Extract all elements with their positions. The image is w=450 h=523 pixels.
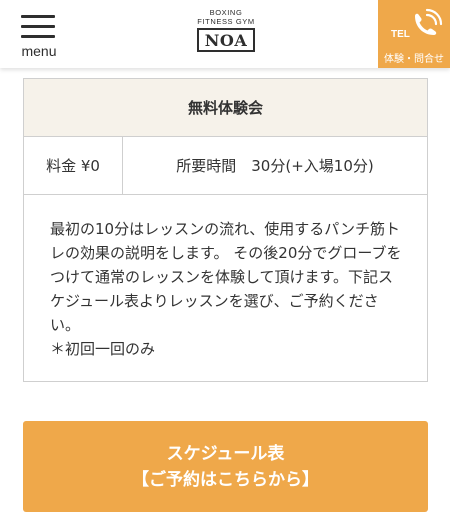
- tel-button[interactable]: TEL 体験・問合せ: [378, 0, 450, 68]
- cta-line2: 【ご予約はこちらから】: [132, 469, 319, 490]
- description-text: 最初の10分はレッスンの流れ、使用するパンチ筋トレの効果の説明をします。 その後…: [50, 220, 402, 334]
- hamburger-icon-middle: [21, 25, 55, 28]
- logo-box: NOA: [197, 28, 255, 52]
- menu-button[interactable]: menu: [14, 12, 64, 60]
- logo-line2: FITNESS GYM: [197, 17, 255, 26]
- schedule-reservation-button[interactable]: スケジュール表 【ご予約はこちらから】: [23, 421, 428, 512]
- trial-info-table: 無料体験会 料金 ¥0 所要時間 30分(+入場10分) 最初の10分はレッスン…: [23, 78, 428, 382]
- table-title: 無料体験会: [24, 79, 427, 137]
- tel-sub-label: 体験・問合せ: [384, 54, 444, 65]
- price-cell: 料金 ¥0: [24, 137, 123, 194]
- logo[interactable]: BOXING FITNESS GYM NOA: [186, 8, 266, 64]
- logo-name: NOA: [204, 30, 248, 50]
- hamburger-icon: [21, 15, 55, 18]
- note-text: ＊初回一回のみ: [50, 340, 156, 358]
- menu-label: menu: [21, 43, 57, 59]
- tel-label: TEL: [391, 29, 410, 40]
- cta-line1: スケジュール表: [166, 443, 285, 464]
- table-row: 料金 ¥0 所要時間 30分(+入場10分): [24, 137, 427, 195]
- duration-cell: 所要時間 30分(+入場10分): [176, 157, 374, 175]
- description-cell: 最初の10分はレッスンの流れ、使用するパンチ筋トレの効果の説明をします。 その後…: [24, 195, 427, 381]
- phone-icon: [415, 8, 443, 35]
- hamburger-icon-bottom: [21, 35, 55, 38]
- site-header: menu BOXING FITNESS GYM NOA TEL 体験・問合せ: [0, 0, 450, 68]
- logo-line1: BOXING: [209, 8, 243, 17]
